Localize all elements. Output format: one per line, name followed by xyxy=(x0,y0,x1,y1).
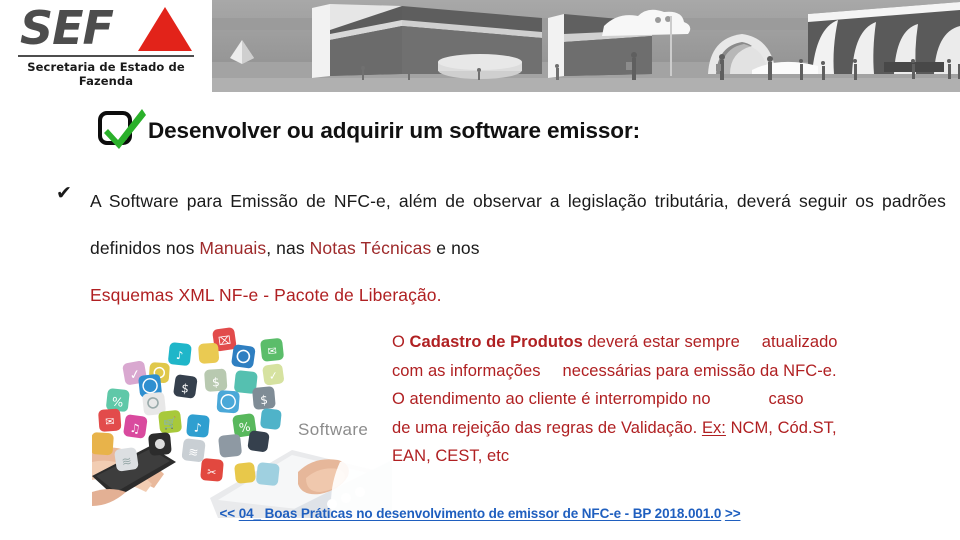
svg-text:♪: ♪ xyxy=(193,421,202,436)
red-l1b: deverá estar sempre xyxy=(582,333,740,351)
green-check-glyph xyxy=(104,109,146,149)
slide-header: SEF Secretaria de Estado de Fazenda xyxy=(0,0,960,92)
banner-illustration xyxy=(212,0,960,92)
red-ex-underlined: Ex: xyxy=(701,418,726,437)
logo-triangle-icon xyxy=(138,7,192,51)
svg-text:♪: ♪ xyxy=(175,349,183,363)
red-l1c: atualizado xyxy=(761,333,838,351)
checkbox-checked-icon xyxy=(92,109,148,153)
bullet-paragraph: A Software para Emissão de NFC-e, além d… xyxy=(90,178,946,319)
red-note-line-5: EAN, CEST, etc xyxy=(392,442,952,471)
photo-caption: Software xyxy=(298,420,369,439)
svg-text:$: $ xyxy=(212,375,221,389)
red-note-line-4: de uma rejeição das regras de Validação.… xyxy=(392,414,952,443)
red-note-block: O Cadastro de Produtos deverá estar semp… xyxy=(392,328,952,471)
red-l2a: com as informações xyxy=(392,361,541,380)
svg-text:⌧: ⌧ xyxy=(217,334,231,349)
slide: SEF Secretaria de Estado de Fazenda Dese… xyxy=(0,0,960,540)
svg-text:🛒: 🛒 xyxy=(163,416,178,430)
svg-text:✉: ✉ xyxy=(105,415,115,429)
svg-text:%: % xyxy=(238,420,251,435)
bullet-line: ✔ A Software para Emissão de NFC-e, além… xyxy=(56,178,946,319)
logo-mark: SEF xyxy=(18,4,194,54)
red-note-line-2: com as informações necessárias para emiss… xyxy=(392,357,952,386)
svg-text:≋: ≋ xyxy=(187,445,199,460)
red-l3a: O atendimento ao cliente é interrompido … xyxy=(392,390,711,408)
logo-divider xyxy=(18,55,194,57)
bullet-seg-2c: e nos xyxy=(431,238,480,258)
svg-text:%: % xyxy=(111,395,124,410)
bullet-seg-2b: , nas xyxy=(266,238,310,258)
red-note-line-3: O atendimento ao cliente é interrompido … xyxy=(392,385,952,414)
red-note-line-1: O Cadastro de Produtos deverá estar semp… xyxy=(392,328,952,357)
red-l3b: caso xyxy=(768,390,804,408)
bullet-notas-tecnicas: Notas Técnicas xyxy=(309,238,432,258)
check-bullet-icon: ✔ xyxy=(56,182,72,204)
logo-subtitle: Secretaria de Estado de Fazenda xyxy=(27,60,185,88)
red-cadastro-produtos: Cadastro de Produtos xyxy=(409,333,583,351)
bullet-esquemas: Esquemas XML NF-e - Pacote de Liberação. xyxy=(90,285,442,305)
sef-logo: SEF Secretaria de Estado de Fazenda xyxy=(0,0,212,92)
bullet-manuais: Manuais xyxy=(199,238,267,258)
header-banner-image xyxy=(212,0,960,92)
svg-text:✂: ✂ xyxy=(207,466,217,480)
svg-text:≋: ≋ xyxy=(121,454,133,469)
prev-chevron-icon[interactable]: << xyxy=(220,506,236,521)
svg-text:✓: ✓ xyxy=(268,369,279,383)
red-l4a: de uma rejeição das regras de Validação. xyxy=(392,418,702,437)
bullet-line-3: Esquemas XML NF-e - Pacote de Liberação. xyxy=(90,272,946,319)
bullet-block: ✔ A Software para Emissão de NFC-e, além… xyxy=(56,178,946,319)
red-l4b: NCM, Cód.ST, xyxy=(725,418,837,437)
red-l5: EAN, CEST, etc xyxy=(392,447,510,465)
bottom-navigation-link[interactable]: << 04_ Boas Práticas no desenvolvimento … xyxy=(0,506,960,521)
red-l2b: necessárias para emissão da NFC-e. xyxy=(562,361,837,380)
bottom-link-label[interactable]: 04_ Boas Práticas no desenvolvimento de … xyxy=(239,506,722,521)
page-title-text: Desenvolver ou adquirir um software emis… xyxy=(148,118,640,143)
svg-text:✉: ✉ xyxy=(267,344,278,358)
next-chevron-icon[interactable]: >> xyxy=(725,506,741,521)
svg-text:♫: ♫ xyxy=(129,421,142,436)
logo-wordmark: SEF xyxy=(20,1,114,55)
svg-text:$: $ xyxy=(260,393,269,408)
bullet-seg-1: A Software para Emissão de NFC-e, além d… xyxy=(90,191,729,211)
page-title: Desenvolver ou adquirir um software emis… xyxy=(92,108,892,154)
red-l1a: O xyxy=(392,333,410,351)
